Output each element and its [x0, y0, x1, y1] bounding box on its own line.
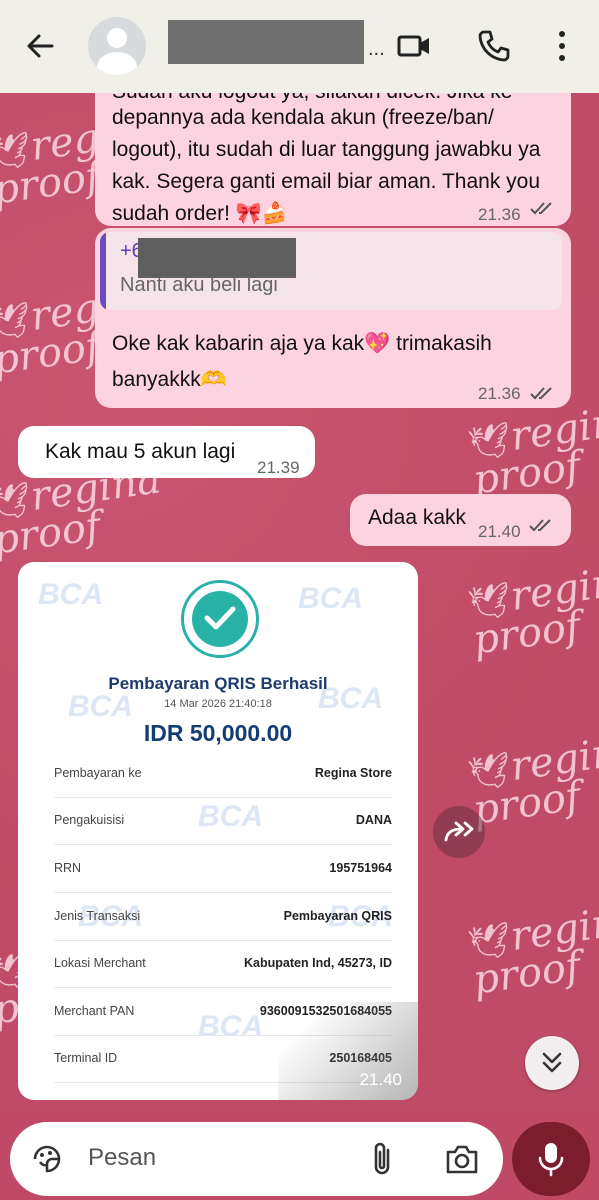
- video-call-icon[interactable]: [396, 28, 432, 64]
- chevron-double-down-icon: [542, 1052, 562, 1073]
- wallpaper-watermark: 🕊regina proof: [465, 896, 599, 1004]
- bca-watermark: BCA: [38, 578, 103, 611]
- receipt-row: Lokasi Merchant Kabupaten Ind, 45273, ID: [54, 940, 392, 988]
- success-check-icon: [181, 580, 259, 658]
- scroll-to-bottom-button[interactable]: [525, 1036, 579, 1090]
- mic-icon: [538, 1143, 564, 1177]
- message-time: 21.40: [478, 522, 521, 541]
- contact-name-redacted[interactable]: [168, 20, 364, 64]
- chat-header: ...: [0, 0, 599, 93]
- receipt-row: RRN 195751964: [54, 845, 392, 893]
- message-input[interactable]: Pesan: [88, 1144, 156, 1172]
- receipt-amount: IDR 50,000.00: [143, 720, 293, 746]
- receipt-row: Pembayaran ke Regina Store: [54, 750, 392, 798]
- receipt-row-label: RRN: [54, 861, 82, 875]
- receipt-row: Jenis Transaksi Pembayaran QRIS: [54, 893, 392, 941]
- forward-icon: [444, 821, 474, 842]
- voice-record-button[interactable]: [512, 1122, 590, 1196]
- receipt-row-label: Lokasi Merchant: [54, 956, 146, 970]
- phone-icon[interactable]: [476, 28, 512, 64]
- message-bubble-out[interactable]: Adaa kakk 21.40: [350, 494, 571, 546]
- receipt-row-value: Pembayaran QRIS: [283, 909, 392, 923]
- message-composer[interactable]: Pesan: [10, 1122, 503, 1196]
- read-ticks-icon: [530, 387, 552, 400]
- forward-button[interactable]: [433, 806, 485, 858]
- receipt-row-value: DANA: [355, 813, 392, 827]
- paperclip-icon[interactable]: [368, 1140, 396, 1178]
- message-text: Adaa kakk: [368, 506, 467, 529]
- message-time: 21.39: [257, 458, 300, 477]
- receipt-row-label: Pembayaran ke: [54, 766, 142, 780]
- message-text: Kak mau 5 akun lagi: [45, 440, 236, 463]
- receipt-row-value: 195751964: [329, 861, 392, 875]
- wallpaper-watermark: 🕊regina proof: [465, 556, 599, 664]
- avatar[interactable]: [88, 17, 146, 75]
- receipt-row: Pengakuisisi DANA: [54, 797, 392, 845]
- bca-watermark: BCA: [298, 582, 363, 615]
- message-bubble-in[interactable]: Kak mau 5 akun lagi 21.39: [18, 426, 315, 478]
- read-ticks-icon: [530, 202, 552, 215]
- sticker-icon[interactable]: [30, 1142, 64, 1176]
- image-message-bubble[interactable]: BCA BCA BCA BCA BCA BCA BCA BCA Pembayar…: [18, 562, 418, 1100]
- wallpaper-watermark: 🕊regina proof: [465, 396, 599, 504]
- message-text: Oke kak kabarin aja ya kak💖 trimakasih b…: [112, 332, 492, 391]
- camera-icon[interactable]: [444, 1142, 480, 1176]
- message-time: 21.36: [478, 205, 521, 224]
- receipt-title: Pembayaran QRIS Berhasil: [108, 674, 328, 693]
- receipt-row-label: Pengakuisisi: [54, 813, 125, 827]
- quote-accent-bar: [100, 232, 106, 310]
- quote-text: Nanti aku beli lagi: [120, 274, 278, 296]
- quoted-message[interactable]: +6 Nanti aku beli lagi: [100, 232, 562, 310]
- read-ticks-icon: [529, 519, 551, 532]
- receipt-date: 14 Mar 2026 21:40:18: [164, 698, 272, 710]
- receipt-row-label: Jenis Transaksi: [54, 909, 141, 923]
- message-time: 21.40: [359, 1070, 402, 1089]
- contact-name-suffix: ...: [368, 38, 385, 60]
- receipt-row-value: Kabupaten Ind, 45273, ID: [244, 956, 392, 970]
- wallpaper-watermark: 🕊regina proof: [465, 726, 599, 834]
- arrow-left-icon[interactable]: [24, 30, 56, 62]
- quote-sender-redacted: [138, 238, 296, 278]
- receipt-row-label: Merchant PAN: [54, 1004, 135, 1018]
- more-vert-icon[interactable]: [552, 28, 572, 64]
- message-time: 21.36: [478, 384, 521, 403]
- receipt-row-label: Terminal ID: [54, 1051, 118, 1065]
- receipt-row-value: Regina Store: [314, 766, 392, 780]
